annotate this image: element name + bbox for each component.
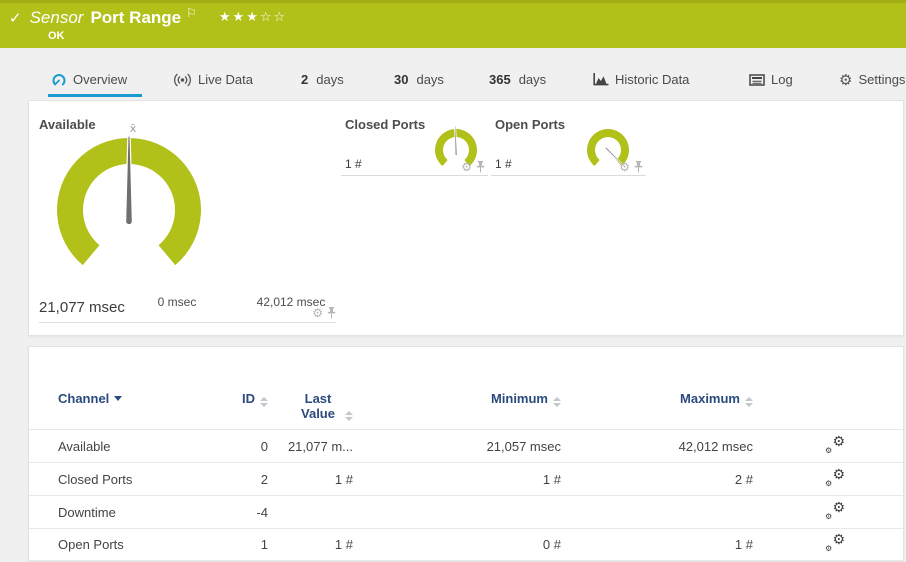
available-gauge-chart: x̄ [57, 122, 201, 266]
tab-label: Overview [73, 72, 128, 87]
tab-2-days[interactable]: 2 days [298, 62, 347, 97]
pushpin-icon[interactable] [476, 161, 485, 173]
historic-chart-icon [593, 73, 609, 86]
cell-minimum: 0 # [542, 537, 561, 552]
cell-channel[interactable]: Closed Ports [58, 472, 233, 487]
cell-maximum: 42,012 msec [678, 438, 753, 454]
tab-label: Log [771, 72, 793, 87]
object-kind-label: Sensor [29, 8, 84, 27]
gear-icon[interactable]: ⚙ [619, 161, 630, 173]
tab-label: days [416, 72, 444, 87]
cell-channel[interactable]: Downtime [58, 505, 233, 520]
column-header-actions [753, 391, 863, 429]
stars-filled[interactable]: ★★★ [219, 10, 260, 25]
tab-365-days[interactable]: 365 days [486, 62, 549, 97]
tab-label: Historic Data [615, 72, 690, 87]
sort-arrows-icon [553, 397, 561, 407]
flag-icon[interactable]: ⚐ [186, 6, 197, 20]
stars-empty[interactable]: ☆☆ [260, 10, 287, 25]
tab-label: days [518, 72, 547, 87]
channel-settings-gears-icon[interactable]: ⚙ ⚙ [825, 533, 845, 553]
cell-last-value: 1 # [334, 537, 353, 552]
cell-channel[interactable]: Available [58, 439, 233, 454]
gauge-title: Open Ports [495, 117, 566, 132]
priority-stars[interactable]: ★★★☆☆ [219, 9, 287, 25]
tab-label: Live Data [198, 72, 253, 87]
gauge-block-open-ports: Open Ports 1 # ⚙ [491, 113, 646, 176]
gauge-current-value: 1 # [345, 157, 362, 171]
tab-historic-data[interactable]: Historic Data [590, 62, 692, 97]
sensor-name: Port Range [90, 8, 182, 27]
gauge-tools: ⚙ [461, 161, 485, 173]
sort-caret-down-icon [114, 396, 123, 401]
gauge-title: Closed Ports [345, 117, 426, 132]
cell-id: 1 [260, 537, 268, 552]
gauge-tools: ⚙ [619, 161, 643, 173]
cell-channel[interactable]: Open Ports [58, 537, 233, 552]
sensor-status-bar: ✓ Sensor Port Range ⚐ ★★★☆☆ OK [0, 0, 906, 48]
tab-30-days[interactable]: 30 days [391, 62, 447, 97]
sort-arrows-icon [745, 397, 753, 407]
tab-log[interactable]: Log [746, 62, 796, 97]
gear-icon[interactable]: ⚙ [312, 307, 323, 319]
average-marker: x̄ [130, 122, 137, 135]
cell-minimum: 1 # [542, 471, 561, 487]
cell-id: 2 [260, 471, 268, 487]
table-row[interactable]: Downtime -4 ⚙ ⚙ [29, 495, 903, 528]
tab-live-data[interactable]: Live Data [170, 62, 256, 97]
cell-id: -4 [256, 504, 268, 520]
cell-maximum: 1 # [734, 537, 753, 552]
pushpin-icon[interactable] [327, 307, 336, 319]
gauge-tools: ⚙ [312, 307, 336, 319]
gauge-current-value: 1 # [495, 157, 512, 171]
tab-label: days [316, 72, 344, 87]
cell-last-value: 21,077 m... [287, 438, 353, 454]
gauge-icon [51, 72, 67, 88]
gauge-block-available: Available x̄ 0 msec 42,012 msec 21,077 m… [39, 109, 336, 323]
cell-minimum: 21,057 msec [486, 438, 561, 454]
overview-gauges-panel: Available x̄ 0 msec 42,012 msec 21,077 m… [28, 100, 904, 336]
column-header-maximum[interactable]: Maximum [561, 391, 753, 429]
log-icon [749, 73, 765, 86]
channel-settings-gears-icon[interactable]: ⚙ ⚙ [825, 435, 845, 455]
status-ok-check-icon: ✓ [9, 9, 22, 27]
gauge-current-value: 21,077 msec [39, 299, 125, 316]
column-header-minimum[interactable]: Minimum [353, 391, 561, 429]
channels-table-panel: Channel ID Last Value Minimum Maximum Av… [28, 346, 904, 562]
tab-number: 30 [394, 72, 409, 87]
sort-arrows-icon [345, 411, 353, 421]
tab-number: 2 [301, 72, 309, 87]
tab-bar: Overview Live Data 2 days 30 days 365 da… [0, 62, 906, 97]
column-header-channel[interactable]: Channel [58, 391, 233, 429]
gear-icon: ⚙ [839, 70, 853, 89]
cell-maximum: 2 # [734, 471, 753, 487]
table-row[interactable]: Closed Ports 2 1 # 1 # 2 # ⚙ ⚙ [29, 462, 903, 495]
live-broadcast-icon [173, 73, 192, 87]
tab-settings[interactable]: ⚙ Settings [836, 62, 906, 97]
sensor-title-row: ✓ Sensor Port Range ⚐ ★★★☆☆ [9, 6, 287, 28]
sensor-status-text: OK [48, 30, 65, 42]
channel-settings-gears-icon[interactable]: ⚙ ⚙ [825, 468, 845, 488]
channel-settings-gears-icon[interactable]: ⚙ ⚙ [825, 501, 845, 521]
gauge-scale-min: 0 msec [157, 295, 197, 309]
tab-label: Settings [858, 72, 906, 87]
cell-last-value: 1 # [334, 471, 353, 487]
table-row[interactable]: Open Ports 1 1 # 0 # 1 # ⚙ ⚙ [29, 528, 903, 561]
column-header-last-value[interactable]: Last Value [268, 391, 353, 429]
gear-icon[interactable]: ⚙ [461, 161, 472, 173]
tab-overview[interactable]: Overview [48, 62, 143, 97]
pushpin-icon[interactable] [634, 161, 643, 173]
gauge-block-closed-ports: Closed Ports 1 # ⚙ [341, 113, 488, 176]
cell-id: 0 [260, 438, 268, 454]
tab-number: 365 [489, 72, 511, 87]
sort-arrows-icon [260, 397, 268, 407]
table-row[interactable]: Available 0 21,077 m... 21,057 msec 42,0… [29, 429, 903, 462]
table-header-row: Channel ID Last Value Minimum Maximum [29, 347, 903, 429]
prtg-sensor-page: ✓ Sensor Port Range ⚐ ★★★☆☆ OK Overview … [0, 0, 906, 562]
column-header-id[interactable]: ID [233, 391, 268, 429]
